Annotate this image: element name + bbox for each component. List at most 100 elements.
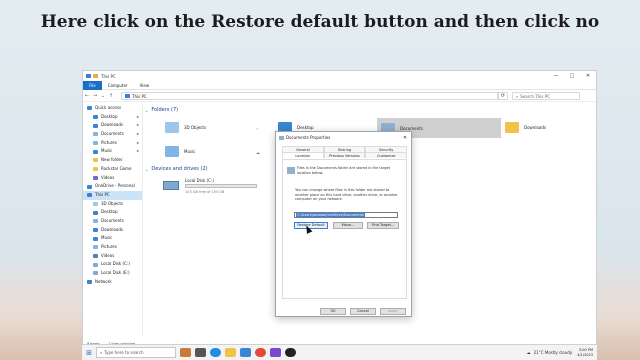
tab-customize[interactable]: Customize [365, 152, 408, 158]
back-arrow-icon[interactable]: ← [83, 93, 91, 99]
sidebar-item-label: Quick access [95, 105, 122, 110]
weather-widget[interactable]: ☁ 21°C Mostly cloudy [527, 350, 573, 355]
weather-text: 21°C Mostly cloudy [533, 350, 573, 355]
sidebar-item-label: Videos [101, 252, 115, 258]
sidebar-item[interactable]: 3D Objects [83, 200, 142, 209]
folder-label: Music [184, 148, 196, 154]
chevron-down-icon: ⌄ [145, 107, 149, 113]
sidebar-item-label: Network [95, 278, 112, 284]
system-clock[interactable]: 3:00 PM 4/1/2023 [577, 348, 593, 357]
refresh-icon[interactable]: ⟳ [498, 92, 508, 100]
location-tab-pane: Files in the Documents folder are stored… [282, 159, 407, 299]
sidebar-item[interactable]: Rockstar Game [83, 165, 142, 174]
sidebar-item-label: Music [101, 148, 113, 154]
folder-3d-objects[interactable]: 3D Objects [165, 118, 260, 136]
cloud-status-icon: ☁ [256, 150, 260, 155]
cube-icon [165, 121, 179, 133]
file-explorer-icon[interactable] [225, 348, 236, 357]
edge-browser-icon[interactable] [210, 348, 221, 357]
find-target-button[interactable]: Find Target... [367, 222, 399, 229]
drives-header-label: Devices and drives (2) [151, 166, 208, 172]
sidebar-item[interactable]: OneDrive - Personal [83, 182, 142, 191]
pin-icon: ✱ [136, 123, 139, 128]
slide-title: Here click on the Restore default button… [40, 12, 600, 32]
sidebar-item-label: Pictures [101, 139, 117, 145]
sidebar-item[interactable]: Pictures ✱ [83, 139, 142, 148]
chevron-down-icon: ⌄ [145, 166, 149, 172]
forward-arrow-icon[interactable]: → [91, 93, 99, 99]
taskbar-search-placeholder: Type here to search [104, 349, 144, 355]
sidebar-item[interactable]: Documents ✱ [83, 130, 142, 139]
sidebar-item[interactable]: This PC [83, 190, 142, 200]
network-icon [87, 280, 92, 285]
drives-section-header[interactable]: ⌄ Devices and drives (2) [145, 166, 208, 172]
cloud-icon [87, 184, 92, 189]
address-bar[interactable]: This PC [121, 92, 498, 100]
pin-icon: ✱ [136, 149, 139, 154]
navigation-pane: Quick access Desktop ✱ Downloads ✱ Documents ✱… [83, 104, 143, 336]
task-view-icon[interactable] [195, 348, 206, 357]
folder-label: Documents [400, 125, 423, 131]
sidebar-item[interactable]: Videos [83, 252, 142, 261]
sidebar-item[interactable]: Desktop ✱ [83, 113, 142, 122]
taskbar-search-input[interactable]: ⌕ Type here to search [96, 347, 176, 358]
sidebar-item[interactable]: Downloads ✱ [83, 121, 142, 130]
target-path-input[interactable]: C:\Users\arbaba\OneDrive\Documents [294, 212, 398, 218]
store-icon[interactable] [240, 348, 251, 357]
sidebar-item[interactable]: Pictures [83, 243, 142, 252]
ok-button[interactable]: OK [320, 308, 346, 315]
drive-icon [163, 181, 179, 190]
drive-usage-bar [185, 184, 257, 188]
quick-access-toolbar[interactable] [86, 74, 98, 78]
chrome-browser-icon[interactable] [255, 348, 266, 357]
sidebar-item[interactable]: New folder [83, 156, 142, 165]
folder-label: 3D Objects [184, 124, 207, 130]
download-icon [505, 121, 519, 133]
tab-location[interactable]: Location [282, 152, 324, 158]
cancel-button[interactable]: Cancel [350, 308, 376, 315]
sidebar-item[interactable]: Network [83, 278, 142, 287]
sync-check-icon: ✓ [256, 126, 260, 131]
sidebar-item[interactable]: Videos [83, 174, 142, 183]
drive-local-disk-c[interactable]: Local Disk (C:) 103 GB free of 155 GB [163, 178, 257, 198]
tab-previous-versions[interactable]: Previous Versions [323, 152, 366, 158]
sidebar-item[interactable]: Music ✱ [83, 147, 142, 156]
maximize-icon[interactable]: □ [564, 73, 580, 79]
sidebar-item[interactable]: Local Disk (C:) [83, 260, 142, 269]
recent-chevron-icon[interactable]: ⌄ [99, 93, 107, 99]
minimize-icon[interactable]: — [548, 73, 564, 79]
videos-icon [93, 254, 98, 259]
folder-downloads[interactable]: Downloads [505, 118, 585, 136]
sidebar-item-label: Documents [101, 217, 124, 223]
folder-music[interactable]: Music [165, 142, 260, 160]
start-windows-icon[interactable]: ⊞ [82, 349, 96, 357]
tab-view[interactable]: View [134, 81, 156, 90]
sidebar-item[interactable]: Downloads [83, 226, 142, 235]
sidebar-item-label: Music [101, 235, 113, 241]
tab-file[interactable]: File [83, 80, 102, 90]
tab-computer[interactable]: Computer [102, 81, 134, 90]
news-widget-icon[interactable] [180, 348, 191, 357]
app-icon[interactable] [270, 348, 281, 357]
sidebar-item[interactable]: Local Disk (E:) [83, 269, 142, 278]
sidebar-item[interactable]: Desktop [83, 208, 142, 217]
music-icon [93, 236, 98, 241]
apply-button[interactable]: Apply [380, 308, 406, 315]
search-placeholder: Search This PC [520, 93, 550, 99]
app-icon[interactable] [285, 348, 296, 357]
sidebar-item[interactable]: Quick access [83, 104, 142, 113]
folders-section-header[interactable]: ⌄ Folders (7) [145, 107, 178, 113]
star-icon [87, 106, 92, 111]
sidebar-item-label: This PC [95, 191, 110, 197]
close-icon[interactable]: ✕ [580, 73, 596, 79]
sidebar-item[interactable]: Music [83, 234, 142, 243]
taskbar: ⊞ ⌕ Type here to search ☁ 21°C Mostly cl… [82, 344, 597, 360]
move-button[interactable]: Move... [333, 222, 363, 229]
documents-icon [93, 132, 98, 137]
dialog-close-icon[interactable]: ✕ [399, 135, 411, 141]
search-input[interactable]: ⌕ Search This PC [512, 92, 580, 100]
cloud-icon: ☁ [526, 350, 531, 355]
clock-time: 3:00 PM [578, 348, 593, 352]
sidebar-item[interactable]: Documents [83, 217, 142, 226]
up-arrow-icon[interactable]: ↑ [107, 93, 115, 99]
